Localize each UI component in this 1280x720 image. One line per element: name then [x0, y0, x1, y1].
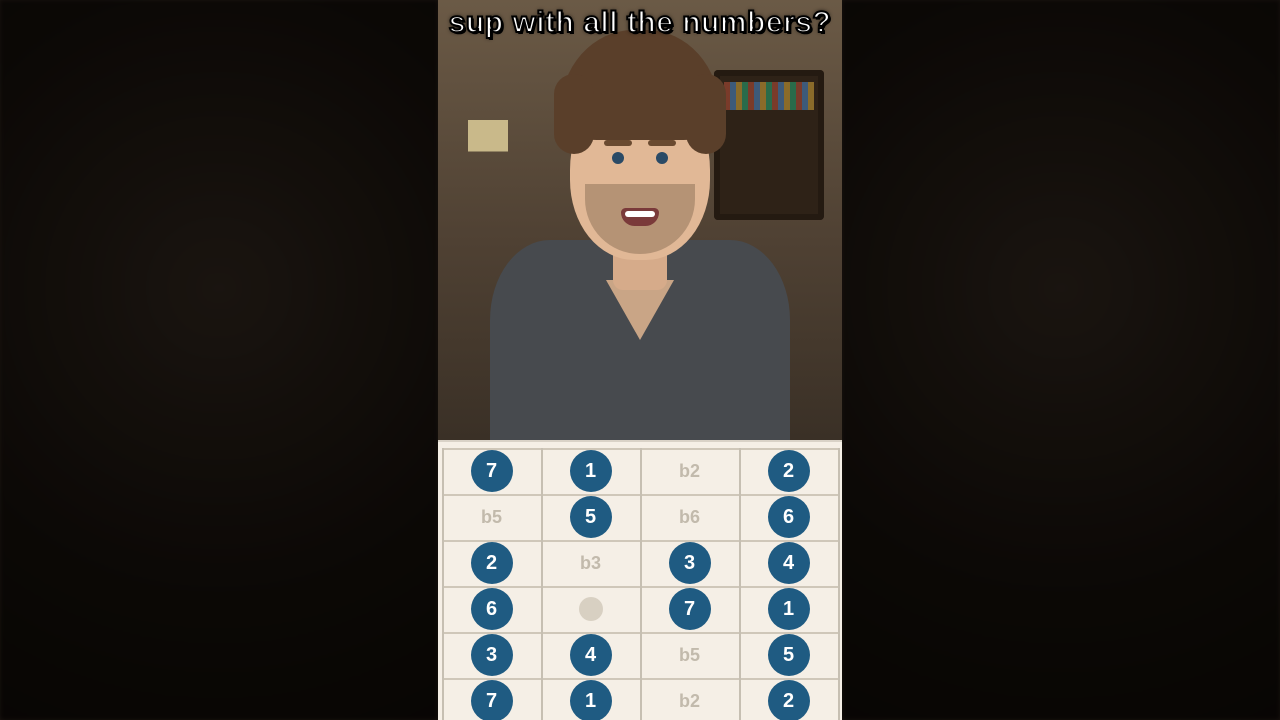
fretboard-cell: 7: [640, 586, 739, 632]
fretboard-cell: b2: [640, 678, 739, 720]
fretboard-cell: b2: [640, 448, 739, 494]
fretboard-cells: 71b22b55b662b33467134b5571b22: [442, 448, 838, 720]
interval-dot: 6: [471, 588, 513, 630]
fretboard-cell: b6: [640, 494, 739, 540]
eye-right: [656, 152, 668, 164]
fretboard-grid: 71b22b55b662b33467134b5571b22: [442, 448, 838, 720]
fretboard-cell: 2: [739, 678, 838, 720]
fretboard-cell: 5: [541, 494, 640, 540]
fretboard-cell: 6: [739, 494, 838, 540]
fret-line: [838, 448, 840, 720]
fret-marker: [579, 597, 603, 621]
interval-dot: 1: [570, 680, 612, 720]
interval-dot: 5: [570, 496, 612, 538]
fretboard-diagram: 71b22b55b662b33467134b5571b22: [438, 440, 842, 720]
interval-dot: 7: [471, 680, 513, 720]
interval-ghost: b5: [679, 645, 700, 666]
fretboard-row: 7 1 b2 2: [442, 448, 838, 494]
pillarbox-right: [842, 0, 1280, 720]
interval-dot: 1: [768, 588, 810, 630]
fretboard-cell: 1: [541, 448, 640, 494]
interval-dot: 2: [768, 450, 810, 492]
interval-dot: 4: [570, 634, 612, 676]
fretboard-cell: 3: [640, 540, 739, 586]
fretboard-cell: 7: [442, 448, 541, 494]
fretboard-cell: b3: [541, 540, 640, 586]
interval-ghost: b6: [679, 507, 700, 528]
fretboard-cell: [541, 586, 640, 632]
mouth: [621, 208, 659, 226]
fretboard-cell: 1: [541, 678, 640, 720]
interval-ghost: b2: [679, 691, 700, 712]
fretboard-cell: b5: [442, 494, 541, 540]
interval-ghost: b5: [481, 507, 502, 528]
fretboard-cell: 5: [739, 632, 838, 678]
fretboard-cell: 6: [442, 586, 541, 632]
fretboard-cell: b5: [640, 632, 739, 678]
fretboard-cell: 2: [739, 448, 838, 494]
interval-dot: 7: [669, 588, 711, 630]
interval-ghost: b2: [679, 461, 700, 482]
interval-dot: 1: [570, 450, 612, 492]
caption-text: sup with all the numbers?: [438, 6, 842, 40]
fretboard-row: 3 4 b5 5: [442, 632, 838, 678]
fretboard-cell: 2: [442, 540, 541, 586]
fretboard-cell: 7: [442, 678, 541, 720]
interval-dot: 6: [768, 496, 810, 538]
interval-dot: 2: [768, 680, 810, 720]
presenter-video[interactable]: sup with all the numbers?: [438, 0, 842, 440]
interval-dot: 7: [471, 450, 513, 492]
vertical-video-column[interactable]: sup with all the numbers? 71b22b55b662b3…: [438, 0, 842, 720]
fretboard-row: b5 5 b6 6: [442, 494, 838, 540]
fretboard-row: 6 7 1: [442, 586, 838, 632]
fretboard-cell: 4: [541, 632, 640, 678]
interval-ghost: b3: [580, 553, 601, 574]
interval-dot: 2: [471, 542, 513, 584]
fretboard-cell: 3: [442, 632, 541, 678]
fretboard-row: 7 1 b2 2: [442, 678, 838, 720]
eye-left: [612, 152, 624, 164]
interval-dot: 3: [471, 634, 513, 676]
interval-dot: 4: [768, 542, 810, 584]
interval-dot: 5: [768, 634, 810, 676]
eyebrow-right: [648, 140, 676, 146]
video-frame: sup with all the numbers? 71b22b55b662b3…: [0, 0, 1280, 720]
presenter: [480, 80, 800, 440]
fretboard-cell: 1: [739, 586, 838, 632]
fretboard-row: 2 b3 3 4: [442, 540, 838, 586]
fretboard-cell: 4: [739, 540, 838, 586]
pillarbox-left: [0, 0, 438, 720]
eyebrow-left: [604, 140, 632, 146]
interval-dot: 3: [669, 542, 711, 584]
